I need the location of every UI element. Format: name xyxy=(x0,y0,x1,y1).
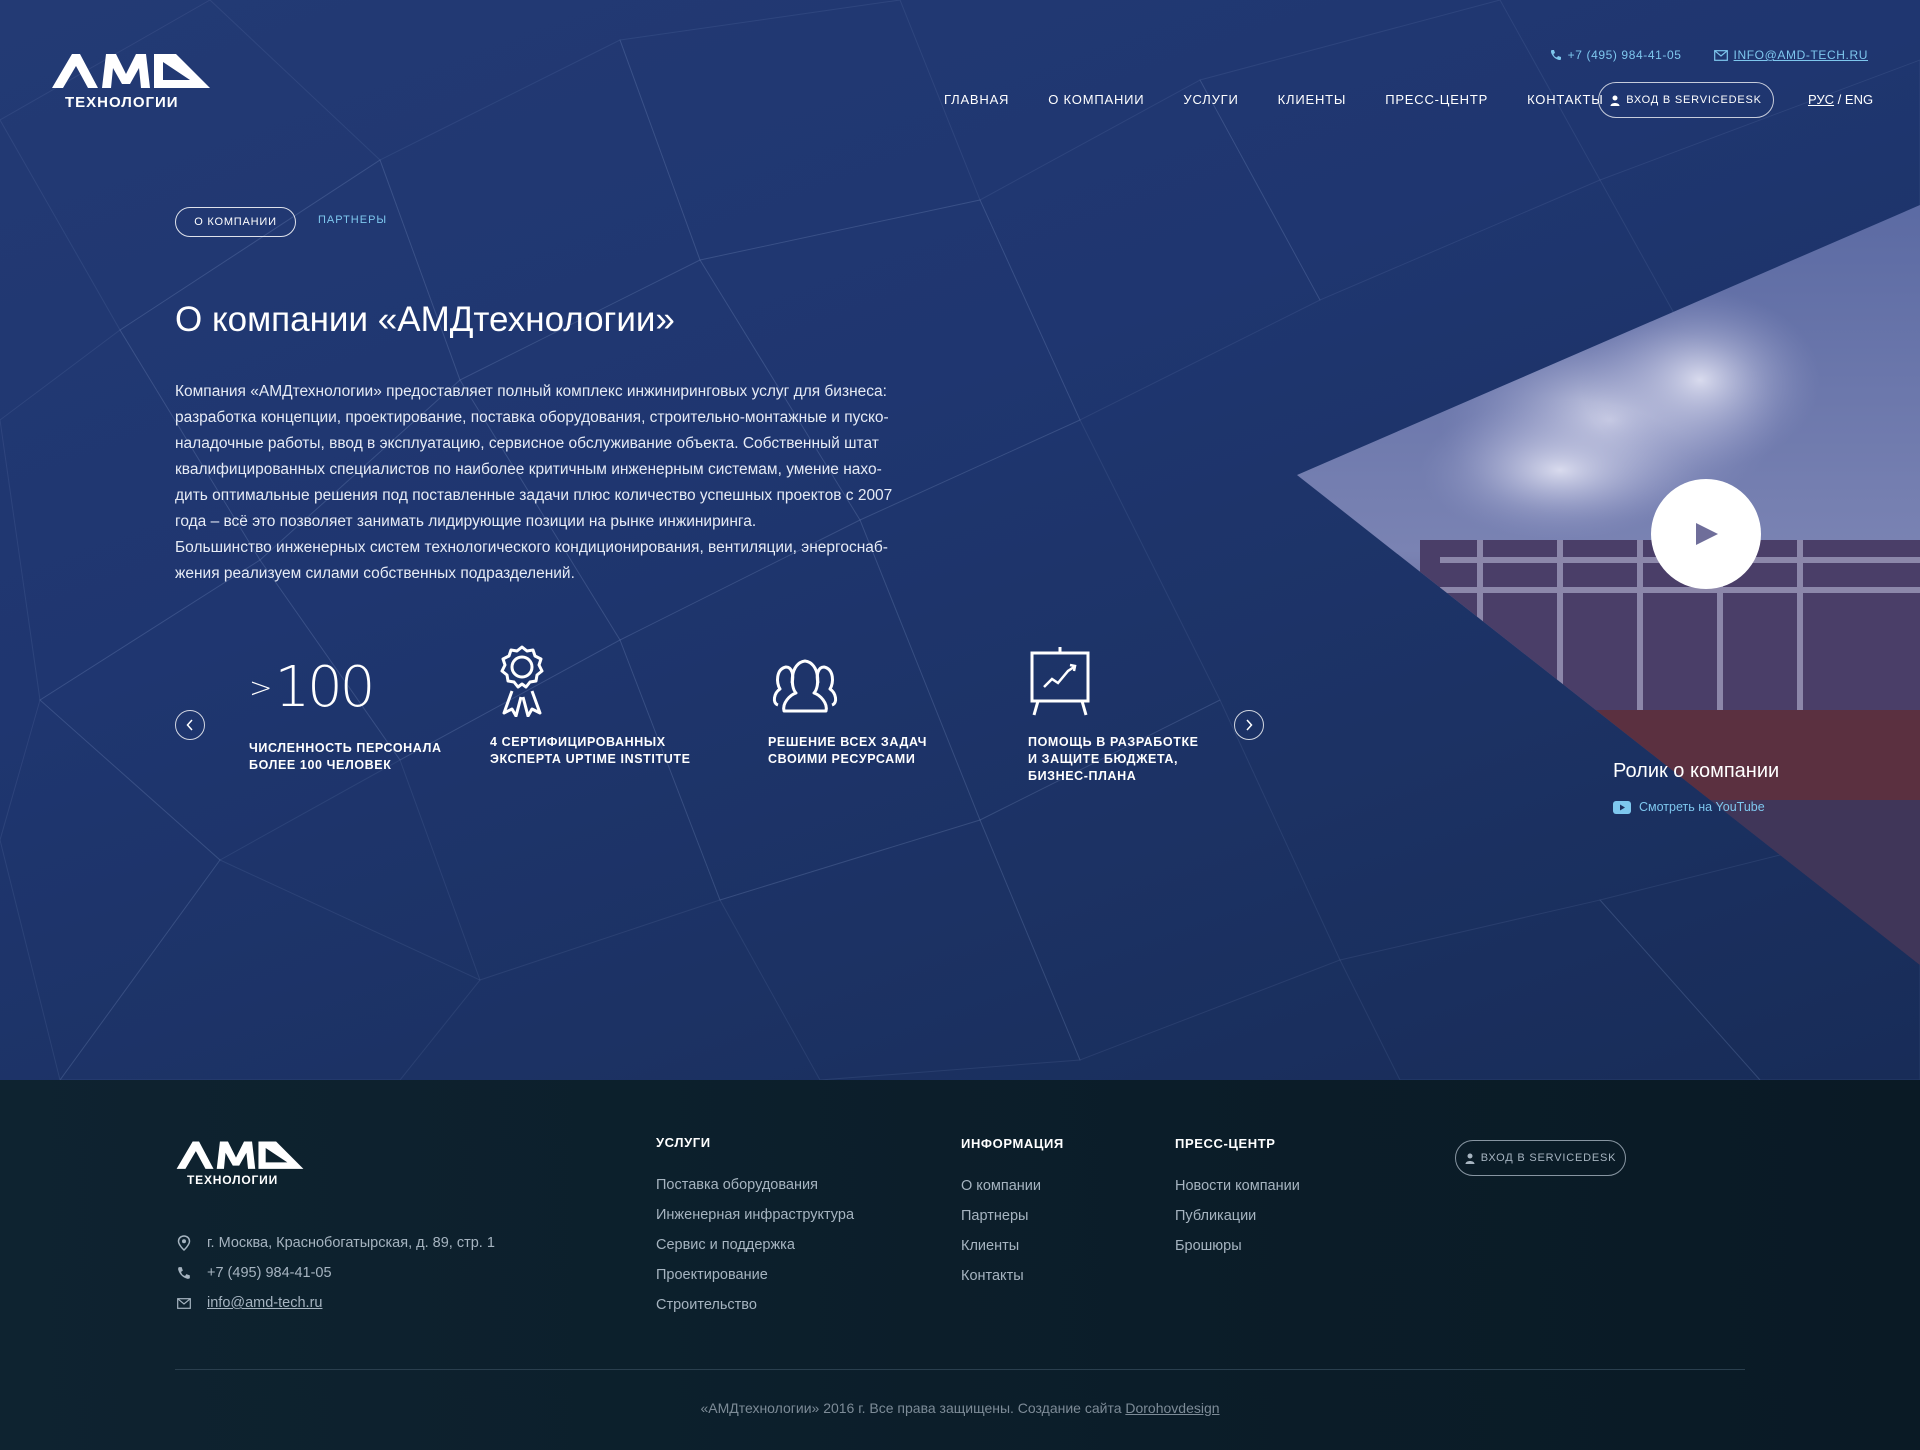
video-play-button[interactable] xyxy=(1651,479,1761,589)
intro-line: Компания «АМДтехнологии» предоставляет п… xyxy=(175,383,887,400)
intro-line: наладочные работы, ввод в эксплуатацию, … xyxy=(175,435,879,452)
copyright: «АМДтехнологии» 2016 г. Все права защище… xyxy=(0,1400,1920,1416)
stat-staff: > 100 ЧИСЛЕННОСТЬ ПЕРСОНАЛА БОЛЕЕ 100 ЧЕ… xyxy=(249,660,442,774)
intro-line: квалифицированных специалистов по наибол… xyxy=(175,461,882,478)
intro-line: жения реализуем силами собственных подра… xyxy=(175,565,575,582)
stat-caption: РЕШЕНИЕ ВСЕХ ЗАДАЧ СВОИМИ РЕСУРСАМИ xyxy=(768,735,928,766)
youtube-icon xyxy=(1613,800,1631,814)
footer-phone-text: +7 (495) 984-41-05 xyxy=(207,1265,332,1281)
footer-col-title: ИНФОРМАЦИЯ xyxy=(961,1136,1064,1151)
footer-col-title: УСЛУГИ xyxy=(656,1135,711,1150)
stat-caption: 4 СЕРТИФИЦИРОВАННЫХ ЭКСПЕРТА UPTIME INST… xyxy=(490,735,691,766)
carousel-prev-button[interactable] xyxy=(175,710,205,740)
chart-easel-icon xyxy=(1030,647,1090,716)
nav-item-home[interactable]: ГЛАВНАЯ xyxy=(944,82,1009,118)
location-pin-icon xyxy=(177,1235,191,1251)
mail-icon xyxy=(1713,49,1728,61)
team-people-icon xyxy=(772,659,838,713)
footer-link[interactable]: Партнеры xyxy=(961,1201,1064,1231)
footer-col-info: ИНФОРМАЦИЯ О компании Партнеры Клиенты К… xyxy=(961,1136,1064,1291)
nav-item-press[interactable]: ПРЕСС-ЦЕНТР xyxy=(1385,82,1488,118)
footer-link[interactable]: Проектирование xyxy=(656,1260,854,1290)
chevron-left-icon xyxy=(186,719,193,731)
footer-link[interactable]: Новости компании xyxy=(1175,1171,1300,1201)
svg-text:ТЕХНОЛОГИИ: ТЕХНОЛОГИИ xyxy=(65,94,179,111)
top-phone-text: +7 (495) 984-41-05 xyxy=(1567,48,1682,62)
top-email-text: INFO@AMD-TECH.RU xyxy=(1733,48,1868,62)
stat-budget: ПОМОЩЬ В РАЗРАБОТКЕ И ЗАЩИТЕ БЮДЖЕТА, БИ… xyxy=(1028,645,1199,785)
nav-item-clients[interactable]: КЛИЕНТЫ xyxy=(1278,82,1347,118)
tab-about-company[interactable]: О КОМПАНИИ xyxy=(175,207,296,237)
play-icon xyxy=(1696,523,1718,545)
footer-phone[interactable]: +7 (495) 984-41-05 xyxy=(175,1258,495,1288)
svg-text:ТЕХНОЛОГИИ: ТЕХНОЛОГИИ xyxy=(187,1173,278,1187)
stat-staff-number: > 100 xyxy=(249,655,375,720)
nav-item-contacts[interactable]: КОНТАКТЫ xyxy=(1527,82,1604,118)
phone-icon xyxy=(178,1267,190,1279)
intro-line: разработка концепции, проектирование, по… xyxy=(175,409,889,426)
footer-servicedesk-button[interactable]: ВХОД В SERVICEDESK xyxy=(1455,1140,1626,1176)
award-ribbon-icon xyxy=(500,645,544,718)
amd-logo[interactable]: ТЕХНОЛОГИИ xyxy=(50,50,212,114)
footer-logo[interactable]: ТЕХНОЛОГИИ xyxy=(175,1138,305,1190)
footer: ТЕХНОЛОГИИ г. Москва, Краснобогатырская,… xyxy=(0,1080,1920,1450)
top-contacts: +7 (495) 984-41-05 INFO@AMD-TECH.RU xyxy=(1550,48,1868,62)
footer-divider xyxy=(175,1369,1745,1370)
copyright-text: «АМДтехнологии» 2016 г. Все права защище… xyxy=(700,1400,1122,1416)
footer-col-press: ПРЕСС-ЦЕНТР Новости компании Публикации … xyxy=(1175,1136,1300,1261)
tab-partners[interactable]: ПАРТНЕРЫ xyxy=(318,214,387,226)
carousel-next-button[interactable] xyxy=(1234,710,1264,740)
footer-servicedesk-label: ВХОД В SERVICEDESK xyxy=(1480,1152,1617,1164)
footer-link[interactable]: Строительство xyxy=(656,1290,854,1320)
intro-text: Компания «АМДтехнологии» предоставляет п… xyxy=(175,379,935,587)
stat-resources: РЕШЕНИЕ ВСЕХ ЗАДАЧ СВОИМИ РЕСУРСАМИ xyxy=(768,645,927,768)
phone-icon xyxy=(1550,50,1561,60)
footer-link[interactable]: О компании xyxy=(961,1171,1064,1201)
hero-section: ТЕХНОЛОГИИ +7 (495) 984-41-05 INFO@AMD-T… xyxy=(0,0,1920,1080)
page-title: О компании «АМДтехнологии» xyxy=(175,300,675,339)
lang-separator: / xyxy=(1837,92,1842,107)
youtube-link[interactable]: Смотреть на YouTube xyxy=(1613,800,1765,814)
language-switch: РУС / ENG xyxy=(1808,82,1873,118)
footer-link[interactable]: Брошюры xyxy=(1175,1231,1300,1261)
video-title: Ролик о компании xyxy=(1613,760,1780,782)
intro-line: Большинство инженерных систем технологич… xyxy=(175,539,888,556)
lang-ru[interactable]: РУС xyxy=(1808,92,1834,107)
stat-caption: ЧИСЛЕННОСТЬ ПЕРСОНАЛА БОЛЕЕ 100 ЧЕЛОВЕК xyxy=(249,741,442,772)
user-icon xyxy=(1610,95,1620,106)
nav-item-about[interactable]: О КОМПАНИИ xyxy=(1048,82,1144,118)
footer-col-services: УСЛУГИ Поставка оборудования Инженерная … xyxy=(656,1135,854,1320)
footer-link[interactable]: Инженерная инфраструктура xyxy=(656,1200,854,1230)
footer-link[interactable]: Контакты xyxy=(961,1261,1064,1291)
footer-email-text: info@amd-tech.ru xyxy=(207,1295,323,1311)
user-icon xyxy=(1465,1153,1475,1164)
footer-col-title: ПРЕСС-ЦЕНТР xyxy=(1175,1136,1276,1151)
footer-link[interactable]: Клиенты xyxy=(961,1231,1064,1261)
footer-contacts: г. Москва, Краснобогатырская, д. 89, стр… xyxy=(175,1228,495,1318)
intro-line: года – всё это позволяет занимать лидиру… xyxy=(175,513,757,530)
footer-address-text: г. Москва, Краснобогатырская, д. 89, стр… xyxy=(207,1235,495,1251)
main-nav: ГЛАВНАЯ О КОМПАНИИ УСЛУГИ КЛИЕНТЫ ПРЕСС-… xyxy=(944,82,1643,118)
servicedesk-button[interactable]: ВХОД В SERVICEDESK xyxy=(1598,82,1774,118)
servicedesk-label: ВХОД В SERVICEDESK xyxy=(1626,94,1762,106)
intro-line: дить оптимальные решения под поставленны… xyxy=(175,487,893,504)
footer-link[interactable]: Публикации xyxy=(1175,1201,1300,1231)
youtube-link-text: Смотреть на YouTube xyxy=(1639,800,1765,814)
stat-caption: ПОМОЩЬ В РАЗРАБОТКЕ И ЗАЩИТЕ БЮДЖЕТА, БИ… xyxy=(1028,735,1199,783)
footer-email[interactable]: info@amd-tech.ru xyxy=(175,1288,495,1318)
top-phone[interactable]: +7 (495) 984-41-05 xyxy=(1550,48,1682,62)
footer-link[interactable]: Сервис и поддержка xyxy=(656,1230,854,1260)
author-link[interactable]: Dorohovdesign xyxy=(1125,1400,1219,1416)
footer-link[interactable]: Поставка оборудования xyxy=(656,1170,854,1200)
footer-address: г. Москва, Краснобогатырская, д. 89, стр… xyxy=(175,1228,495,1258)
top-email[interactable]: INFO@AMD-TECH.RU xyxy=(1713,48,1868,62)
chevron-right-icon xyxy=(1246,719,1253,731)
lang-en[interactable]: ENG xyxy=(1845,92,1873,107)
nav-item-services[interactable]: УСЛУГИ xyxy=(1183,82,1238,118)
mail-icon xyxy=(177,1297,191,1309)
stat-experts: 4 СЕРТИФИЦИРОВАННЫХ ЭКСПЕРТА UPTIME INST… xyxy=(490,645,691,768)
